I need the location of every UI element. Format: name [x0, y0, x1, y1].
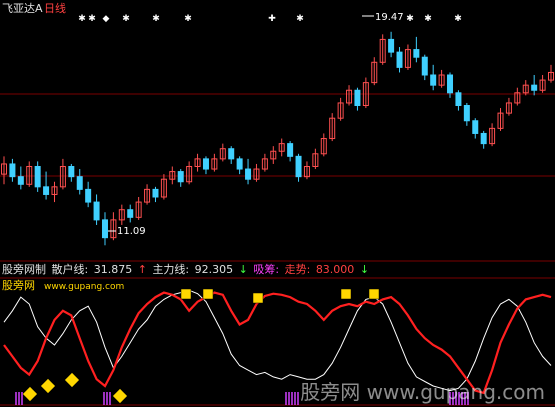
- oscillator: [3, 289, 552, 395]
- chart-canvas: ✱ ✱ ◆ ✱ ✱ ✱ ✚ ✱ ✱ ✱ ✱ 19.47 11.09: [0, 12, 555, 406]
- candle-body: [76, 176, 83, 190]
- candle-body: [287, 143, 294, 157]
- indicator-name: 股旁网制: [2, 263, 46, 276]
- retail-line-value: 31.875: [93, 263, 133, 276]
- trend-arrow-icon: ↓: [359, 263, 370, 276]
- chart-period: 日线: [44, 2, 66, 15]
- candle-body: [43, 186, 50, 195]
- signal-stars: ✱ ✱ ◆ ✱ ✱ ✱ ✚ ✱ ✱ ✱ ✱: [78, 14, 462, 24]
- candle-body: [455, 92, 462, 106]
- candle-body: [236, 158, 243, 170]
- alert-flag-icon: [368, 288, 380, 300]
- signal-star-icon: ✱: [424, 14, 432, 24]
- grid: [0, 93, 555, 406]
- chart-window: ✱ ✱ ◆ ✱ ✱ ✱ ✚ ✱ ✱ ✱ ✱ 19.47 11.09 飞亚达A 日线 股旁网制 散户线…: [0, 0, 555, 407]
- retail-line-label: 散户线:: [51, 263, 89, 276]
- retail-arrow-icon: ↑: [137, 263, 147, 276]
- candle-body: [85, 188, 92, 203]
- candle-body: [93, 201, 100, 221]
- candle-body: [531, 84, 538, 91]
- candle-body: [472, 120, 479, 134]
- main-line-value: 92.305: [194, 263, 234, 276]
- candle-body: [388, 38, 395, 53]
- signal-star-icon: ✱: [406, 14, 414, 24]
- candle-body: [34, 166, 41, 188]
- candle-body: [101, 219, 108, 239]
- candle-body: [480, 132, 487, 145]
- candle-body: [447, 74, 454, 94]
- alert-flag-icon: [340, 288, 352, 300]
- candle-body: [152, 188, 159, 198]
- high-price-label: 19.47: [375, 12, 404, 23]
- candles: [1, 31, 554, 246]
- signal-star-icon: ✱: [122, 14, 130, 24]
- candle-body: [396, 51, 403, 68]
- candle-body: [202, 158, 209, 170]
- candle-body: [295, 155, 302, 178]
- signal-star-icon: ✱: [88, 14, 96, 24]
- indicator-bar: 股旁网制 散户线: 31.875 ↑ 主力线: 92.305 ↓ 吸筹: 走势:…: [2, 263, 371, 276]
- trend-label: 走势:: [284, 263, 311, 276]
- signal-star-icon: ✚: [268, 14, 276, 24]
- signal-star-icon: ✱: [454, 14, 462, 24]
- diamond-signal-icon: [112, 388, 128, 404]
- retail-line: [3, 289, 552, 392]
- signal-star-icon: ✱: [296, 14, 304, 24]
- diamond-signal-icon: [40, 378, 56, 394]
- candle-body: [245, 168, 252, 180]
- main-arrow-icon: ↓: [238, 263, 248, 276]
- main-line-label: 主力线:: [152, 263, 190, 276]
- site-url: www.gupang.com: [44, 282, 125, 292]
- candle-body: [177, 171, 184, 183]
- diamond-signal-icon: [22, 386, 38, 402]
- site-label: 股旁网: [2, 279, 35, 292]
- price-annotations: 19.47 11.09: [108, 12, 404, 237]
- alert-flag-icon: [180, 288, 192, 300]
- trend-value: 83.000: [315, 263, 355, 276]
- stock-name: 飞亚达A: [2, 2, 43, 15]
- low-price-label: 11.09: [117, 226, 146, 237]
- signal-star-icon: ◆: [103, 14, 110, 24]
- candle-body: [463, 105, 470, 122]
- candle-body: [68, 166, 75, 178]
- alert-flag-icon: [202, 288, 214, 300]
- candle-body: [354, 89, 361, 106]
- signal-star-icon: ✱: [78, 14, 86, 24]
- candle-body: [430, 74, 437, 86]
- alert-flag-icon: [252, 292, 264, 304]
- candle-body: [421, 56, 428, 76]
- diamond-signal-icon: [64, 372, 80, 388]
- candle-body: [17, 176, 24, 185]
- candle-body: [228, 148, 235, 160]
- absorb-label: 吸筹:: [253, 263, 280, 276]
- signal-star-icon: ✱: [184, 14, 192, 24]
- candle-body: [127, 209, 134, 218]
- candle-body: [413, 49, 420, 58]
- watermark: 股旁网 www.gupang.com: [300, 380, 545, 404]
- candle-body: [9, 163, 16, 178]
- signal-star-icon: ✱: [152, 14, 160, 24]
